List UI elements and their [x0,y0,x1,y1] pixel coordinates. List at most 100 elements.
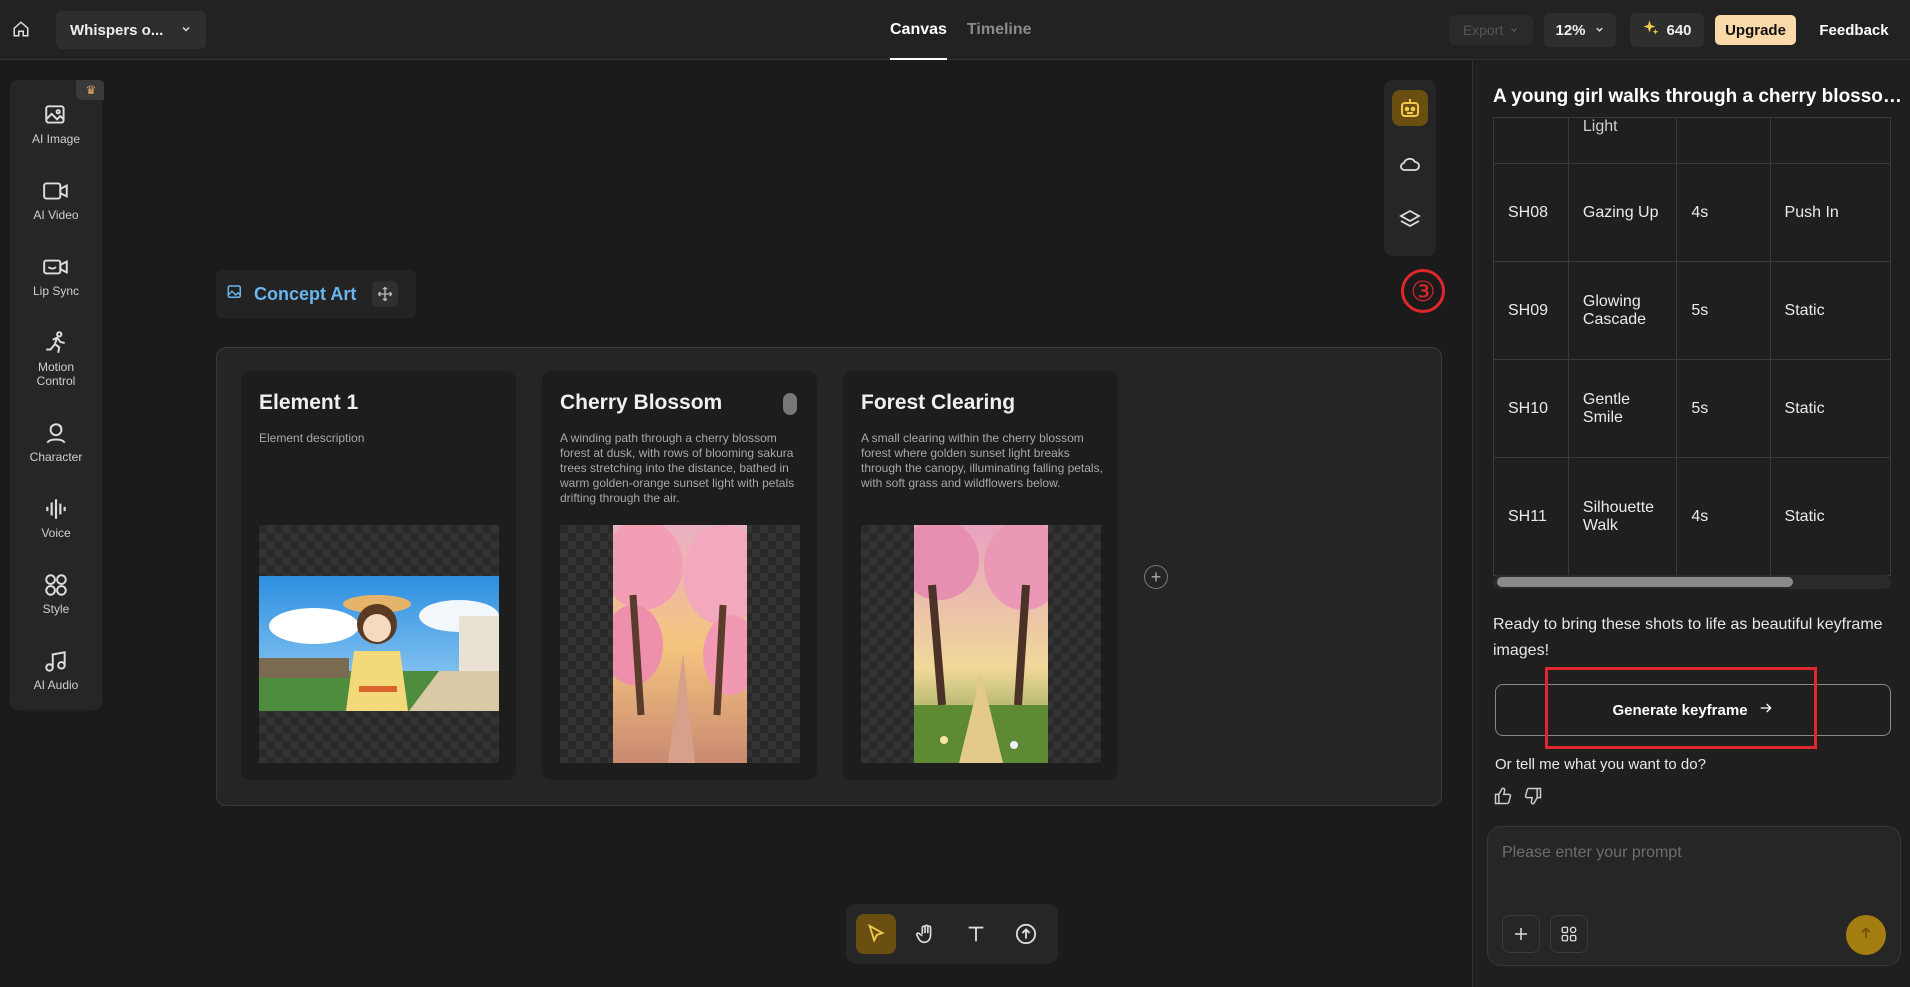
shots-table-container[interactable]: Light SH08 Gazing Up 4s Push In SH09 Glo… [1493,117,1891,630]
table-cell: Silhouette Walk [1567,457,1678,576]
card-image-area [560,525,800,763]
highlight-box [1545,667,1817,749]
project-dropdown[interactable]: Whispers o... [56,11,206,49]
card-title: Cherry Blossom [560,391,723,414]
plus-icon[interactable] [1502,915,1540,953]
image-group-icon [226,283,244,306]
group-title: Concept Art [254,283,357,304]
add-element-button[interactable]: + [1144,565,1168,589]
table-cell: Static [1769,457,1891,576]
element-card[interactable]: Cherry Blossom A winding path through a … [542,371,817,780]
table-cell: Gazing Up [1567,163,1678,262]
tool-ai-image[interactable]: AI Image [10,102,102,146]
tool-label: Style [42,602,70,616]
tab-canvas[interactable]: Canvas [890,0,947,60]
app-window: Whispers o... Canvas Timeline Export 12% [0,0,1910,987]
cherry-blossom-path-image [613,525,747,763]
table-horizontal-scrollbar[interactable] [1493,575,1891,589]
send-button[interactable] [1846,915,1886,955]
table-cell: SH11 [1493,457,1569,576]
assistant-panel: A young girl walks through a cherry blos… [1472,61,1910,987]
element-card[interactable]: Element 1 Element description [241,371,516,780]
prompt-box [1487,826,1901,966]
sparkle-icon [1642,19,1660,41]
tool-voice[interactable]: Voice [10,496,102,540]
lip-sync-icon [43,259,68,275]
home-icon[interactable] [8,12,34,46]
top-bar: Whispers o... Canvas Timeline Export 12% [0,0,1910,60]
tool-character[interactable]: Character [10,420,102,464]
cloud-icon[interactable] [1392,146,1428,182]
thumbs-up-icon[interactable] [1493,786,1513,811]
tool-lip-sync[interactable]: Lip Sync [10,254,102,298]
tool-ai-audio[interactable]: AI Audio [10,648,102,692]
move-icon[interactable] [372,281,399,307]
table-row: SH10 Gentle Smile 5s Static [1493,359,1891,458]
feedback-button[interactable]: Feedback [1806,15,1902,45]
prompt-input[interactable] [1502,839,1882,867]
thumbs-down-icon[interactable] [1523,786,1543,811]
card-title: Element 1 [259,391,359,414]
assistant-message: Ready to bring these shots to life as be… [1493,616,1883,659]
annotation-number: ③ [1410,275,1436,307]
ai-audio-icon [45,651,66,672]
card-image-area [861,525,1101,763]
annotation-number-badge: ③ [1401,269,1445,313]
tool-ai-video[interactable]: AI Video [10,178,102,222]
upgrade-button[interactable]: Upgrade [1715,15,1796,45]
table-cell: Static [1769,261,1891,360]
feedback-thumbs [1493,786,1543,811]
group-label[interactable]: Concept Art [216,270,416,318]
hand-icon[interactable] [906,914,946,954]
upload-icon[interactable] [1006,914,1046,954]
table-cell: Gentle Smile [1567,359,1678,458]
export-button[interactable]: Export [1449,15,1533,45]
zoom-level: 12% [1555,21,1586,39]
text-icon[interactable] [956,914,996,954]
tool-label: Motion Control [36,360,76,388]
tool-label: AI Image [31,132,81,146]
select-icon[interactable] [856,914,896,954]
tool-style[interactable]: Style [10,572,102,616]
tool-label: Voice [41,526,71,540]
export-label: Export [1462,22,1504,38]
zoom-dropdown[interactable]: 12% [1544,13,1616,47]
panel-title: A young girl walks through a cherry blos… [1493,86,1903,107]
table-cell: 4s [1676,457,1771,576]
chevron-down-icon [180,22,192,39]
view-tabs: Canvas Timeline [890,0,1032,60]
card-image-area [259,525,499,763]
layers-icon[interactable] [1392,202,1428,238]
element-card[interactable]: Forest Clearing A small clearing within … [843,371,1118,780]
table-cell: SH09 [1493,261,1569,360]
table-cell: Static [1769,359,1891,458]
robot-icon[interactable] [1392,90,1428,126]
project-name: Whispers o... [70,21,164,39]
shots-table: Light SH08 Gazing Up 4s Push In SH09 Glo… [1493,117,1891,576]
card-description: A small clearing within the cherry bloss… [861,431,1103,490]
tool-label: Lip Sync [32,284,80,298]
table-cell: Push In [1769,163,1891,262]
table-cell: SH10 [1493,359,1569,458]
table-row: SH11 Silhouette Walk 4s Static [1493,457,1891,576]
tool-motion-control[interactable]: Motion Control [10,330,102,388]
scrollbar-thumb[interactable] [1497,577,1793,587]
credits-button[interactable]: 640 [1630,13,1704,47]
tab-timeline[interactable]: Timeline [967,0,1032,60]
ai-video-icon [43,182,68,200]
chevron-down-icon [1509,22,1519,38]
ai-image-icon [45,105,65,124]
tool-label: AI Video [33,208,79,222]
chevron-down-icon [1594,22,1605,39]
character-icon [46,423,66,444]
anime-girl-image [259,576,499,711]
credits-count: 640 [1666,21,1692,39]
apps-icon[interactable] [1550,915,1588,953]
crown-icon: ♛ [76,80,106,100]
card-toggle[interactable] [783,393,797,415]
table-cell: 5s [1676,359,1771,458]
arrow-up-icon [1858,925,1874,946]
table-row: Light [1493,117,1891,164]
table-cell: 5s [1676,261,1771,360]
table-cell: Glowing Cascade [1567,261,1678,360]
